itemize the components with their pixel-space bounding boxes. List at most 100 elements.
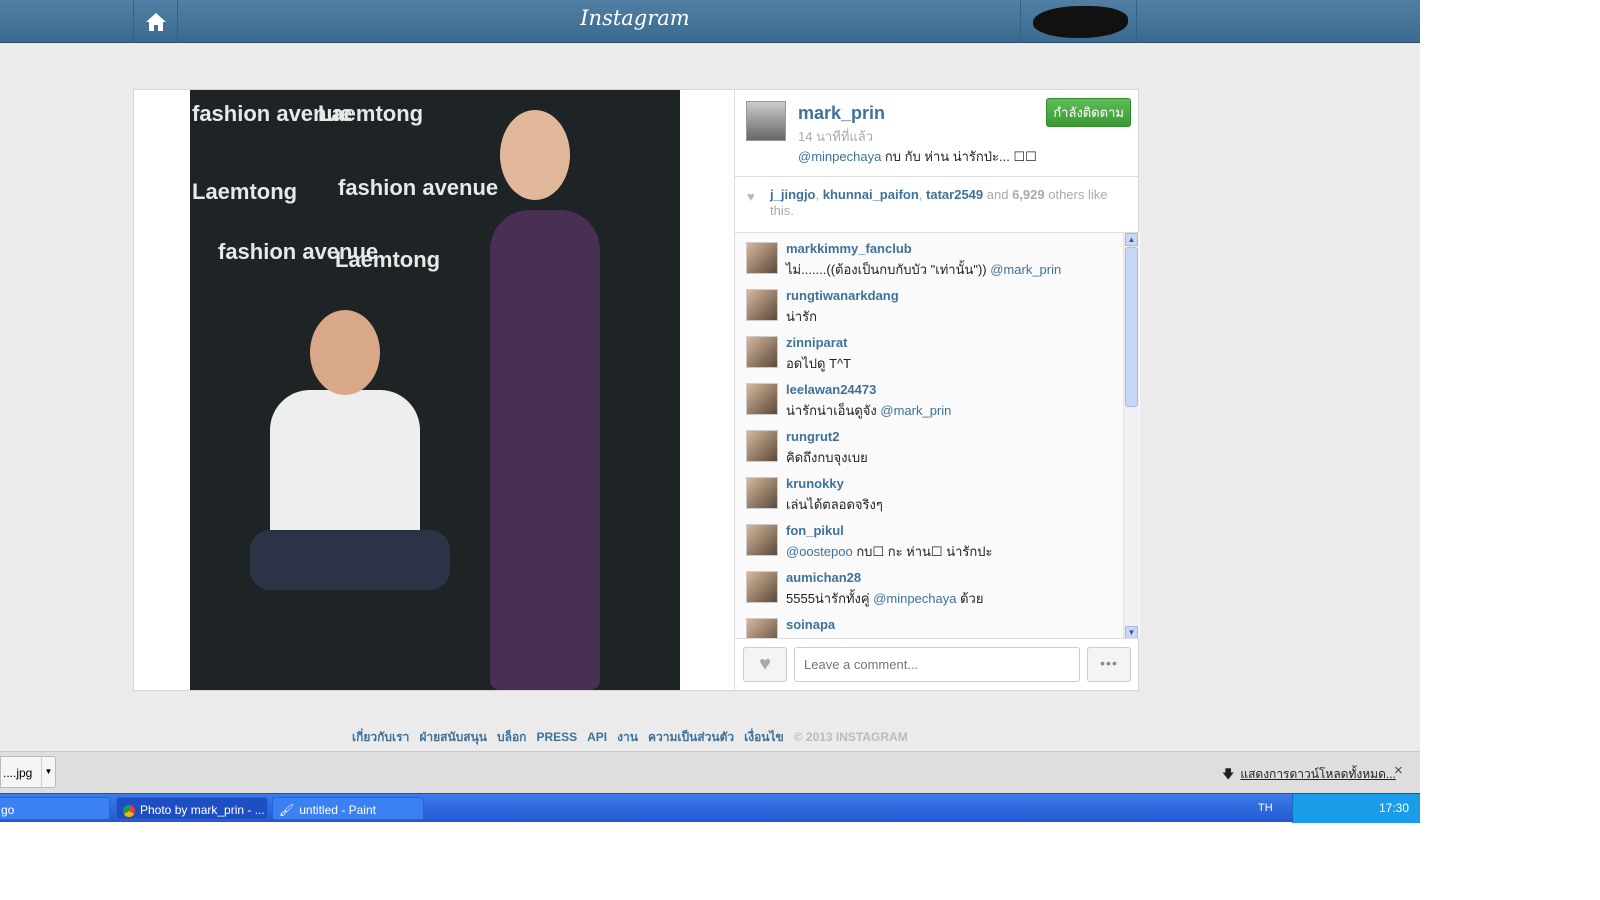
likes-summary: ♥ j_jingjo, khunnai_paifon, tatar2549 an… (735, 177, 1139, 233)
taskbar-item-paint[interactable]: 🖌 untitled - Paint (272, 797, 424, 820)
post-username[interactable]: mark_prin (798, 103, 885, 124)
comment-input[interactable] (794, 647, 1080, 682)
commenter-avatar[interactable] (746, 336, 778, 368)
comment-body: น่ารักน่าเอ็นดูจัง @mark_prin (786, 403, 951, 418)
chevron-down-icon[interactable]: ▼ (41, 757, 55, 787)
commenter-username[interactable]: fon_pikul (786, 523, 1140, 538)
comments-list: markkimmy_fanclub ไม่.......((ต้องเป็นกบก… (735, 233, 1140, 639)
comment-text: กบ☐ กะ ห่าน☐ น่ารักปะ (852, 544, 993, 559)
commenter-username[interactable]: soinapa (786, 617, 1140, 632)
scroll-thumb[interactable] (1125, 247, 1138, 407)
paint-icon: 🖌 (279, 803, 295, 817)
comment-item: zinniparat อดไปดู T^T (735, 327, 1140, 374)
comment-item: rungtiwanarkdang น่ารัก (735, 280, 1140, 327)
following-button[interactable]: กำลังติดตาม (1046, 98, 1131, 127)
comment-item: markkimmy_fanclub ไม่.......((ต้องเป็นกบก… (735, 233, 1140, 280)
footer-link[interactable]: เงื่อนไข (744, 730, 784, 744)
heart-icon: ♥ (759, 653, 771, 675)
liker-link[interactable]: j_jingjo (770, 187, 816, 202)
comment-item: leelawan24473 น่ารักน่าเอ็นดูจัง @mark_pr… (735, 374, 1140, 421)
comment-body: 5555น่ารักทั้งคู่ @minpechaya ด้วย (786, 591, 983, 606)
scroll-down-icon[interactable]: ▼ (1125, 626, 1138, 638)
comment-text: เล่นได้ตลอดจริงๆ (786, 497, 883, 512)
home-button[interactable] (133, 0, 178, 43)
watermark: Laemtong (335, 247, 441, 272)
commenter-avatar[interactable] (746, 242, 778, 274)
commenter-username[interactable]: markkimmy_fanclub (786, 241, 1140, 256)
download-bar: ....jpg ▼ 🡇 แสดงการดาวน์โหลดทั้งหมด... × (0, 751, 1420, 793)
scroll-up-icon[interactable]: ▲ (1125, 233, 1138, 246)
comment-actions: ♥ ••• (735, 647, 1140, 683)
post-photo: fashion avenue Laemtong fashion avenue L… (190, 90, 680, 690)
clock: 17:30 (1379, 801, 1410, 815)
footer-link[interactable]: API (587, 730, 607, 744)
taskbar-item-chrome[interactable]: Photo by mark_prin - ... (116, 797, 268, 820)
commenter-username[interactable]: rungtiwanarkdang (786, 288, 1140, 303)
commenter-username[interactable]: krunokky (786, 476, 1140, 491)
comment-mention[interactable]: @mark_prin (880, 403, 951, 418)
top-bar: Instagram (0, 0, 1420, 43)
comment-mention[interactable]: @mark_prin (990, 262, 1061, 277)
chrome-icon (123, 804, 135, 817)
comment-item: aumichan28 5555น่ารักทั้งคู่ @minpechaya … (735, 562, 1140, 609)
comments-scrollbar[interactable]: ▲ ▼ (1123, 233, 1139, 638)
comment-item: krunokky เล่นได้ตลอดจริงๆ (735, 468, 1140, 515)
footer-link[interactable]: ความเป็นส่วนตัว (648, 730, 734, 744)
likes-count: 6,929 (1012, 187, 1045, 202)
commenter-avatar[interactable] (746, 289, 778, 321)
commenter-username[interactable]: aumichan28 (786, 570, 1140, 585)
commenter-avatar[interactable] (746, 524, 778, 556)
comment-mention[interactable]: @oostepoo (786, 544, 853, 559)
user-menu-redacted[interactable] (1020, 0, 1137, 43)
instagram-logo[interactable]: Instagram (560, 6, 710, 30)
comment-body: เล่นได้ตลอดจริงๆ (786, 497, 883, 512)
liker-link[interactable]: tatar2549 (926, 187, 983, 202)
commenter-username[interactable]: zinniparat (786, 335, 1140, 350)
comment-text-after: ด้วย (956, 591, 984, 606)
likes-and: and (983, 187, 1013, 202)
caption-text: กบ กับ ห่าน น่ารักป่ะ... ☐☐ (881, 149, 1037, 164)
watermark: Laemtong (192, 179, 298, 204)
footer-link[interactable]: บล็อก (497, 730, 526, 744)
commenter-avatar[interactable] (746, 477, 778, 509)
system-tray: 17:30 (1292, 794, 1420, 823)
comment-item: rungrut2 คิดถึงกบจุงเบย (735, 421, 1140, 468)
comment-item: fon_pikul @oostepoo กบ☐ กะ ห่าน☐ น่ารักปะ (735, 515, 1140, 562)
liker-link[interactable]: khunnai_paifon (823, 187, 919, 202)
commenter-username[interactable]: rungrut2 (786, 429, 1140, 444)
comment-mention[interactable]: @minpechaya (873, 591, 956, 606)
comment-body: @oostepoo กบ☐ กะ ห่าน☐ น่ารักปะ (786, 544, 992, 559)
photo-card: fashion avenue Laemtong fashion avenue L… (133, 89, 1140, 691)
home-icon (145, 12, 166, 31)
footer-link[interactable]: เกี่ยวกับเรา (352, 730, 409, 744)
comment-body: อดไปดู T^T (786, 356, 851, 371)
comment-body: คิดถึงกบจุงเบย (786, 450, 868, 465)
comment-text: น่ารัก (786, 309, 818, 324)
comment-body: ไม่.......((ต้องเป็นกบกับบัว "เท่านั้น")… (786, 262, 1061, 277)
taskbar-item[interactable]: go (0, 797, 110, 820)
commenter-avatar[interactable] (746, 383, 778, 415)
commenter-avatar[interactable] (746, 618, 778, 638)
post-sidebar: mark_prin 14 นาทีที่แล้ว @minpechaya กบ … (734, 90, 1140, 690)
footer-link[interactable]: งาน (617, 730, 638, 744)
user-avatar[interactable] (746, 101, 786, 141)
footer-link[interactable]: ฝ่ายสนับสนุน (419, 730, 487, 744)
footer-link[interactable]: PRESS (536, 730, 577, 744)
commenter-username[interactable]: leelawan24473 (786, 382, 1140, 397)
comment-text: คิดถึงกบจุงเบย (786, 450, 868, 465)
post-header: mark_prin 14 นาทีที่แล้ว @minpechaya กบ … (735, 90, 1139, 177)
taskbar-label: Photo by mark_prin - ... (140, 803, 265, 817)
download-item[interactable]: ....jpg ▼ (0, 756, 56, 788)
browser-screen: Instagram fashion avenue Laemtong fashio… (0, 0, 1420, 823)
download-arrow-icon: 🡇 (1222, 767, 1235, 781)
more-options-button[interactable]: ••• (1087, 647, 1131, 682)
language-indicator[interactable]: TH (1258, 802, 1273, 814)
commenter-avatar[interactable] (746, 430, 778, 462)
show-all-downloads-link[interactable]: 🡇 แสดงการดาวน์โหลดทั้งหมด... (1222, 765, 1396, 786)
commenter-avatar[interactable] (746, 571, 778, 603)
comment-text: อดไปดู T^T (786, 356, 852, 371)
caption-mention[interactable]: @minpechaya (798, 149, 881, 164)
close-icon[interactable]: × (1394, 762, 1403, 779)
download-filename: ....jpg (3, 766, 33, 780)
like-button[interactable]: ♥ (743, 647, 787, 682)
